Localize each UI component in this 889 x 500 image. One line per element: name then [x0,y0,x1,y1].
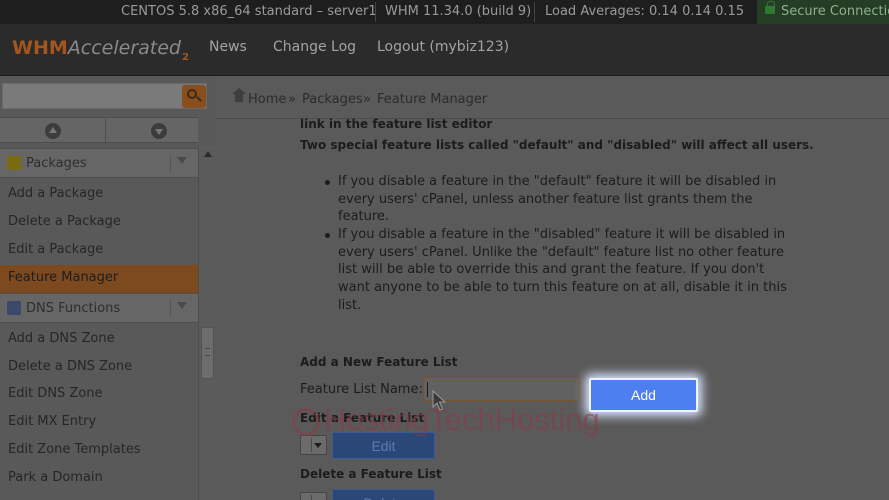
breadcrumb-separator: » [363,92,371,107]
group-label: Packages [26,156,87,171]
add-feature-list-heading: Add a New Feature List [300,355,458,369]
mouse-cursor-icon [432,390,447,411]
sidebar-scroll-arrows [0,117,198,144]
chevron-down-icon [177,302,187,309]
sidebar-item-feature-manager[interactable]: Feature Manager [0,265,198,293]
bullet-text-disabled: If you disable a feature in the "disable… [338,227,787,313]
sidebar: Packages Add a Package Delete a Package … [0,77,216,500]
text-caret [427,382,428,397]
breadcrumb: Home » Packages » Feature Manager [216,77,889,119]
status-divider [534,2,535,22]
secure-connection-badge: Secure Connection [757,0,889,24]
sidebar-item-edit-mx-entry[interactable]: Edit MX Entry [0,409,198,437]
sidebar-item-edit-dns-zone[interactable]: Edit DNS Zone [0,381,198,409]
sidebar-group-packages[interactable]: Packages [0,148,198,178]
add-button[interactable]: Add [589,378,698,412]
bullet-icon [322,228,334,240]
delete-feature-list-heading: Delete a Feature List [300,467,442,481]
group-label: DNS Functions [26,301,121,316]
sidebar-item-edit-zone-templates[interactable]: Edit Zone Templates [0,437,198,465]
lock-icon [765,1,775,14]
sidebar-search-input[interactable] [2,83,207,109]
scroll-down-icon[interactable] [151,123,167,139]
secure-label: Secure Connection [781,4,889,19]
bullet-text-default: If you disable a feature in the "default… [338,174,777,225]
logo-number: 2 [181,52,189,63]
logo-whm: WHM [12,37,68,59]
scroll-up-arrow-icon[interactable] [204,151,212,157]
scroll-up-icon[interactable] [45,123,61,139]
sidebar-item-delete-dns-zone[interactable]: Delete a DNS Zone [0,354,198,382]
nav-news[interactable]: News [209,39,247,55]
sidebar-item-delete-package[interactable]: Delete a Package [0,209,198,237]
sidebar-scrollbar[interactable] [198,145,216,500]
breadcrumb-home[interactable]: Home [248,92,286,107]
breadcrumb-packages[interactable]: Packages [302,92,363,107]
watermark-logo-icon [292,407,320,436]
delete-feature-list-select[interactable] [300,492,327,500]
top-header: WHMAccelerated2 News Change Log Logout (… [0,24,889,76]
sidebar-item-edit-package[interactable]: Edit a Package [0,237,198,265]
logo-accelerated: Accelerated [67,37,181,59]
whm-version: WHM 11.34.0 (build 9) [385,4,532,19]
os-info: CENTOS 5.8 x86_64 standard – server1 [121,4,377,19]
delete-button[interactable]: Delete [332,489,435,500]
nav-logout[interactable]: Logout (mybiz123) [377,39,509,55]
search-button[interactable] [182,85,206,108]
dns-icon [7,301,21,315]
bullet-icon [322,175,334,187]
intro-text: link in the feature list editor [300,117,493,131]
sidebar-item-park-domain[interactable]: Park a Domain [0,465,198,493]
intro-text: Two special feature lists called "defaul… [300,138,814,152]
sidebar-group-dns-functions[interactable]: DNS Functions [0,293,198,323]
scrollbar-thumb[interactable] [201,327,214,379]
server-status-bar: CENTOS 5.8 x86_64 standard – server1 WHM… [0,0,889,24]
sidebar-item-add-package[interactable]: Add a Package [0,181,198,209]
chevron-down-icon [177,157,187,164]
watermark-text: HostingTechHosting [324,402,600,437]
whm-logo[interactable]: WHMAccelerated2 [12,37,189,63]
breadcrumb-separator: » [288,92,296,107]
main-content: link in the feature list editor Two spec… [216,117,889,500]
package-icon [7,156,21,170]
breadcrumb-feature-manager: Feature Manager [377,92,488,107]
nav-change-log[interactable]: Change Log [273,39,356,55]
home-icon[interactable] [232,88,246,103]
feature-list-name-label: Feature List Name: [300,382,423,397]
sidebar-item-add-dns-zone[interactable]: Add a DNS Zone [0,326,198,354]
status-divider [375,2,376,22]
load-averages: Load Averages: 0.14 0.14 0.15 [545,4,745,19]
